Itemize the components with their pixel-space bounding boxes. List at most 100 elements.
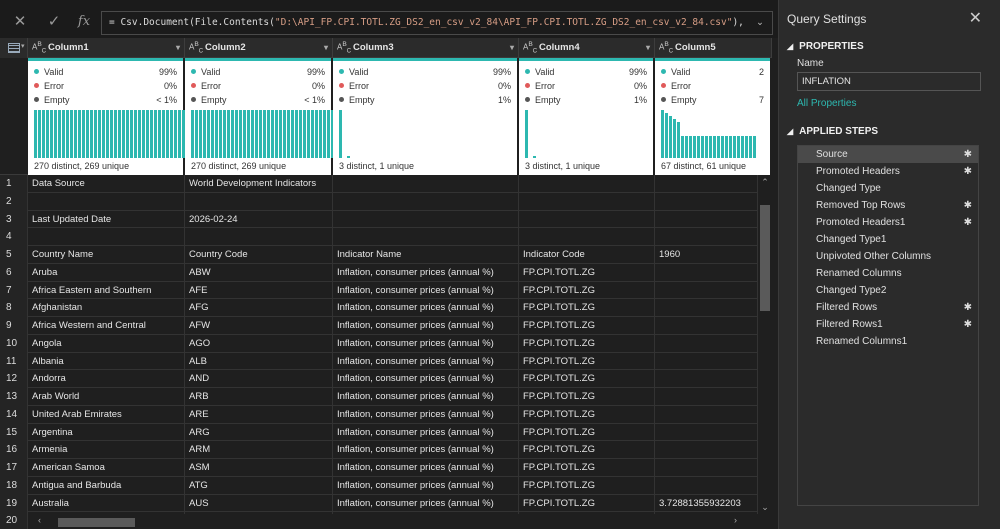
value-distribution-chart[interactable]: [525, 110, 649, 158]
table-cell[interactable]: Inflation, consumer prices (annual %): [333, 281, 519, 300]
applied-step[interactable]: Promoted Headers ✱: [798, 163, 978, 180]
table-cell[interactable]: FP.CPI.TOTL.ZG: [519, 299, 655, 317]
applied-step[interactable]: Source ✱: [798, 146, 978, 163]
row-number[interactable]: 15: [0, 423, 28, 442]
applied-step[interactable]: Unpivoted Other Columns: [798, 248, 978, 265]
table-cell[interactable]: FP.CPI.TOTL.ZG: [519, 423, 655, 442]
column-header-3[interactable]: ABC Column3 ▾: [333, 38, 519, 58]
table-cell[interactable]: Inflation, consumer prices (annual %): [333, 317, 519, 335]
applied-step[interactable]: Filtered Rows1 ✱: [798, 316, 978, 333]
scroll-right-icon[interactable]: ›: [734, 515, 737, 525]
table-cell[interactable]: Inflation, consumer prices (annual %): [333, 263, 519, 282]
table-row[interactable]: 11 Albania ALB Inflation, consumer prices (…: [0, 352, 758, 371]
text-type-icon[interactable]: ABC: [189, 40, 203, 56]
row-number[interactable]: 6: [0, 263, 28, 282]
scroll-up-icon[interactable]: ⌃: [760, 177, 770, 188]
table-cell[interactable]: Australia: [28, 494, 185, 513]
table-cell[interactable]: ARE: [185, 405, 333, 424]
table-cell[interactable]: Aruba: [28, 263, 185, 282]
table-cell[interactable]: Inflation, consumer prices (annual %): [333, 388, 519, 406]
table-cell[interactable]: FP.CPI.TOTL.ZG: [519, 388, 655, 406]
column-header-5[interactable]: ABC Column5: [655, 38, 772, 58]
row-number[interactable]: 2: [0, 192, 28, 211]
table-cell[interactable]: Africa Eastern and Southern: [28, 281, 185, 300]
gear-icon[interactable]: ✱: [964, 214, 972, 231]
table-cell[interactable]: AUS: [185, 494, 333, 513]
table-cell[interactable]: [655, 352, 758, 371]
row-number[interactable]: 13: [0, 388, 28, 406]
gear-icon[interactable]: ✱: [964, 146, 972, 163]
table-cell[interactable]: Indicator Name: [333, 246, 519, 264]
table-cell[interactable]: [655, 317, 758, 335]
table-cell[interactable]: [185, 192, 333, 211]
applied-steps-section-title[interactable]: ◢ APPLIED STEPS: [787, 126, 878, 137]
applied-step[interactable]: Renamed Columns1: [798, 333, 978, 350]
table-cell[interactable]: Argentina: [28, 423, 185, 442]
text-type-icon[interactable]: ABC: [337, 40, 351, 56]
row-number[interactable]: 8: [0, 299, 28, 317]
table-row[interactable]: 15 Argentina ARG Inflation, consumer prices…: [0, 423, 758, 442]
vertical-scroll-thumb[interactable]: [760, 205, 770, 311]
text-type-icon[interactable]: ABC: [32, 40, 46, 56]
applied-step[interactable]: Filtered Rows ✱: [798, 299, 978, 316]
table-cell[interactable]: ALB: [185, 352, 333, 371]
table-cell[interactable]: [655, 263, 758, 282]
table-cell[interactable]: 1960: [655, 246, 758, 264]
table-cell[interactable]: FP.CPI.TOTL.ZG: [519, 334, 655, 353]
table-cell[interactable]: Last Updated Date: [28, 210, 185, 229]
row-number[interactable]: 20: [0, 512, 28, 529]
table-cell[interactable]: [519, 210, 655, 229]
table-cell[interactable]: Angola: [28, 334, 185, 353]
applied-step[interactable]: Changed Type: [798, 180, 978, 197]
table-cell[interactable]: [519, 175, 655, 193]
table-cell[interactable]: Indicator Code: [519, 246, 655, 264]
table-cell[interactable]: FP.CPI.TOTL.ZG: [519, 352, 655, 371]
expand-formula-icon[interactable]: ⌄: [756, 12, 768, 34]
table-cell[interactable]: ARB: [185, 388, 333, 406]
table-cell[interactable]: FP.CPI.TOTL.ZG: [519, 476, 655, 495]
table-cell[interactable]: AGO: [185, 334, 333, 353]
table-cell[interactable]: United Arab Emirates: [28, 405, 185, 424]
scroll-left-icon[interactable]: ‹: [38, 515, 41, 525]
gear-icon[interactable]: ✱: [964, 316, 972, 333]
row-number[interactable]: 11: [0, 352, 28, 371]
table-cell[interactable]: [655, 210, 758, 229]
row-number[interactable]: 16: [0, 441, 28, 459]
table-row[interactable]: 12 Andorra AND Inflation, consumer prices (…: [0, 370, 758, 388]
row-number[interactable]: 14: [0, 405, 28, 424]
row-number[interactable]: 10: [0, 334, 28, 353]
table-cell[interactable]: Inflation, consumer prices (annual %): [333, 352, 519, 371]
table-row[interactable]: 2: [0, 192, 758, 211]
value-distribution-chart[interactable]: [661, 110, 766, 158]
value-distribution-chart[interactable]: [339, 110, 513, 158]
table-cell[interactable]: FP.CPI.TOTL.ZG: [519, 263, 655, 282]
table-row[interactable]: 13 Arab World ARB Inflation, consumer price…: [0, 388, 758, 406]
table-row[interactable]: 10 Angola AGO Inflation, consumer prices (a…: [0, 334, 758, 353]
table-cell[interactable]: Antigua and Barbuda: [28, 476, 185, 495]
table-cell[interactable]: [28, 228, 185, 246]
table-cell[interactable]: [655, 441, 758, 459]
table-row[interactable]: 1 Data Source World Development Indicators: [0, 175, 758, 193]
table-cell[interactable]: [655, 192, 758, 211]
table-cell[interactable]: Inflation, consumer prices (annual %): [333, 459, 519, 477]
table-cell[interactable]: ARG: [185, 423, 333, 442]
table-cell[interactable]: [655, 175, 758, 193]
table-cell[interactable]: AFW: [185, 317, 333, 335]
horizontal-scroll-thumb[interactable]: [58, 518, 135, 527]
table-row[interactable]: 19 Australia AUS Inflation, consumer prices…: [0, 494, 758, 513]
table-cell[interactable]: Armenia: [28, 441, 185, 459]
table-cell[interactable]: Inflation, consumer prices (annual %): [333, 334, 519, 353]
row-number[interactable]: 7: [0, 281, 28, 300]
applied-step[interactable]: Promoted Headers1 ✱: [798, 214, 978, 231]
check-icon[interactable]: ✓: [44, 12, 64, 32]
table-cell[interactable]: [333, 210, 519, 229]
row-number[interactable]: 4: [0, 228, 28, 246]
gear-icon[interactable]: ✱: [964, 299, 972, 316]
table-cell[interactable]: [655, 228, 758, 246]
table-cell[interactable]: [185, 228, 333, 246]
table-cell[interactable]: [519, 228, 655, 246]
table-cell[interactable]: [655, 476, 758, 495]
table-row[interactable]: 4: [0, 228, 758, 246]
table-cell[interactable]: [655, 459, 758, 477]
table-cell[interactable]: ATG: [185, 476, 333, 495]
